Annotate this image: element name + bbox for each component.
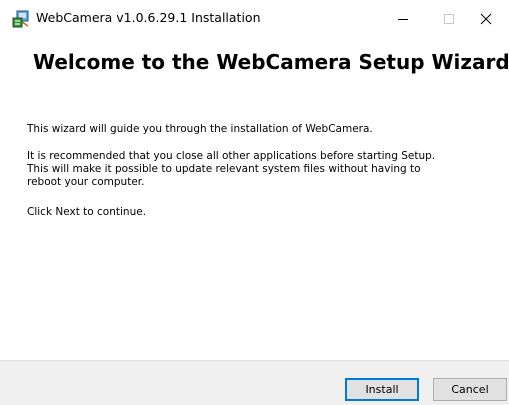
- intro-text: This wizard will guide you through the i…: [27, 123, 373, 135]
- minimize-icon: [397, 10, 409, 29]
- installer-window: WebCamera v1.0.6.29.1 Installation Welco…: [0, 0, 509, 405]
- title-bar[interactable]: WebCamera v1.0.6.29.1 Installation: [0, 0, 509, 38]
- maximize-icon: [443, 10, 455, 29]
- minimize-button[interactable]: [380, 0, 426, 38]
- continue-instruction-text: Click Next to continue.: [27, 206, 147, 218]
- button-bar: Install Cancel: [0, 360, 509, 405]
- page-title: Welcome to the WebCamera Setup Wizard: [33, 50, 509, 74]
- close-button[interactable]: [463, 0, 509, 38]
- install-button[interactable]: Install: [345, 378, 419, 401]
- cancel-button[interactable]: Cancel: [433, 378, 507, 401]
- close-icon: [480, 10, 492, 29]
- window-title: WebCamera v1.0.6.29.1 Installation: [36, 10, 261, 25]
- installer-app-icon: [12, 10, 30, 28]
- recommendation-text: It is recommended that you close all oth…: [27, 150, 436, 188]
